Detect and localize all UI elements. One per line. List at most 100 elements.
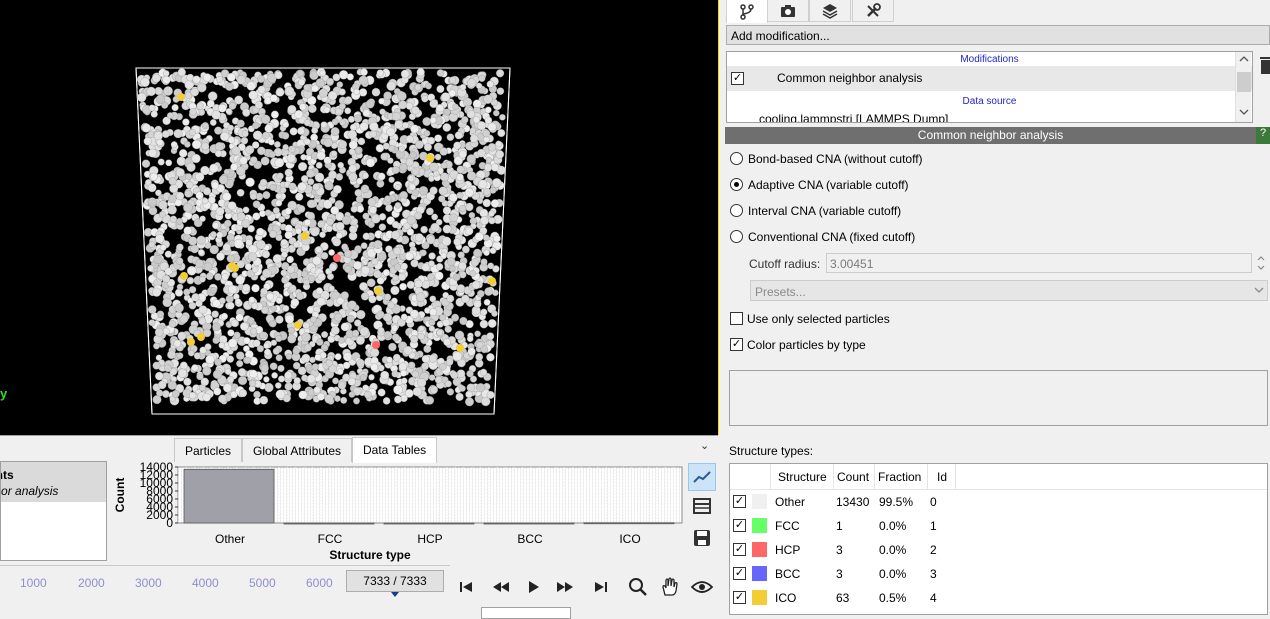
particle (297, 205, 306, 213)
list-item[interactable]: ounts ghbor analysis (1, 462, 106, 502)
column-header[interactable]: Count (837, 470, 869, 484)
help-button[interactable]: ? (1256, 127, 1270, 144)
radio-bond-based-cna[interactable] (730, 152, 743, 165)
presets-dropdown[interactable]: Presets... (750, 280, 1268, 301)
radio-adaptive-cna[interactable] (730, 178, 743, 191)
particle (418, 325, 425, 332)
particle (331, 118, 339, 126)
particle (306, 211, 315, 220)
bar-bcc (483, 522, 575, 525)
particle (353, 261, 362, 270)
structure-types-table[interactable] (729, 463, 1268, 615)
modifier-enable-checkbox[interactable]: ✓ (731, 72, 744, 85)
first-frame-button[interactable] (452, 574, 480, 600)
save-table-button[interactable] (688, 524, 716, 552)
structure-color-swatch[interactable] (752, 590, 767, 605)
particle-highlighted (177, 93, 185, 101)
column-header[interactable]: Fraction (878, 470, 921, 484)
particle (268, 151, 276, 159)
column-header[interactable]: Id (937, 470, 947, 484)
timeline-tick: 2000 (78, 576, 105, 590)
use-selected-checkbox[interactable] (730, 312, 743, 325)
particle (282, 121, 290, 128)
structure-enable-checkbox[interactable]: ✓ (733, 591, 746, 604)
structure-color-swatch[interactable] (752, 494, 767, 509)
particle (315, 144, 323, 151)
particle (467, 347, 476, 356)
chevron-down-icon[interactable]: ⌄ (700, 439, 709, 452)
structure-enable-checkbox[interactable]: ✓ (733, 567, 746, 580)
playback-speed-field[interactable] (481, 607, 571, 619)
particle (146, 86, 156, 97)
particle (210, 287, 218, 294)
pipeline-editor[interactable]: Modifications ✓ Common neighbor analysis… (726, 51, 1253, 123)
column-header[interactable]: Structure (778, 470, 827, 484)
pan-button[interactable] (656, 574, 684, 600)
particle (313, 386, 321, 394)
tab-pipelines[interactable] (726, 0, 768, 23)
last-frame-button[interactable] (587, 574, 615, 600)
tab-rendering[interactable] (767, 0, 809, 22)
cutoff-radius-input[interactable]: 3.00451 (826, 253, 1252, 273)
tab-particles[interactable]: Particles (174, 438, 243, 462)
structure-enable-checkbox[interactable]: ✓ (733, 519, 746, 532)
pipeline-item-source[interactable]: cooling.lammpstrj [LAMMPS Dump] (727, 108, 1252, 122)
orbit-button[interactable] (688, 574, 716, 600)
particle (378, 223, 387, 231)
particle (377, 364, 385, 372)
structure-enable-checkbox[interactable]: ✓ (733, 495, 746, 508)
plot-view-button[interactable] (688, 463, 716, 491)
viewport-3d[interactable] (0, 0, 718, 435)
particle (475, 82, 483, 90)
frame-slider-handle[interactable]: 7333 / 7333 (346, 570, 444, 592)
radio-interval-cna[interactable] (730, 204, 743, 217)
particle (480, 258, 488, 266)
particle (170, 141, 178, 148)
particle (489, 187, 497, 194)
structure-enable-checkbox[interactable]: ✓ (733, 543, 746, 556)
particle (282, 144, 289, 151)
particle (168, 177, 177, 186)
particle (246, 81, 256, 91)
particle (306, 169, 315, 178)
particle (191, 139, 202, 150)
radio-conventional-cna[interactable] (730, 230, 743, 243)
particle (456, 173, 464, 182)
particle (277, 364, 285, 372)
structure-fraction: 0.0% (879, 543, 907, 557)
table-view-button[interactable] (688, 492, 716, 520)
structure-color-swatch[interactable] (752, 542, 767, 557)
delete-modifier-button[interactable] (1260, 55, 1270, 78)
pipeline-scrollbar[interactable] (1235, 52, 1251, 122)
particle (456, 284, 466, 293)
particle (186, 276, 195, 285)
particle (327, 273, 334, 280)
structure-color-swatch[interactable] (752, 566, 767, 581)
tab-data-tables[interactable]: Data Tables (352, 437, 438, 463)
tab-global-attributes[interactable]: Global Attributes (242, 438, 353, 462)
zoom-button[interactable] (624, 574, 652, 600)
pipeline-item-cna[interactable]: ✓ Common neighbor analysis (727, 66, 1252, 91)
add-modification-dropdown[interactable]: Add modification... (726, 25, 1270, 45)
tab-overlays[interactable] (809, 0, 851, 22)
tab-utilities[interactable] (852, 0, 894, 22)
cutoff-spinner[interactable] (1254, 253, 1268, 273)
data-table-list[interactable]: ounts ghbor analysis (0, 461, 107, 561)
particle (230, 163, 238, 171)
particle (225, 108, 232, 115)
play-button[interactable] (520, 574, 548, 600)
particle (167, 194, 177, 204)
previous-frame-button[interactable] (487, 574, 515, 600)
particle (495, 140, 502, 148)
next-frame-button[interactable] (551, 574, 579, 600)
particle (285, 353, 293, 360)
structure-color-swatch[interactable] (752, 518, 767, 533)
particle (299, 103, 307, 111)
particle (225, 82, 234, 91)
particle (384, 195, 392, 203)
color-by-type-checkbox[interactable]: ✓ (730, 338, 743, 351)
particle (288, 284, 297, 293)
x-tick-label: ICO (619, 532, 640, 546)
particle (370, 363, 379, 372)
particle (380, 370, 390, 380)
